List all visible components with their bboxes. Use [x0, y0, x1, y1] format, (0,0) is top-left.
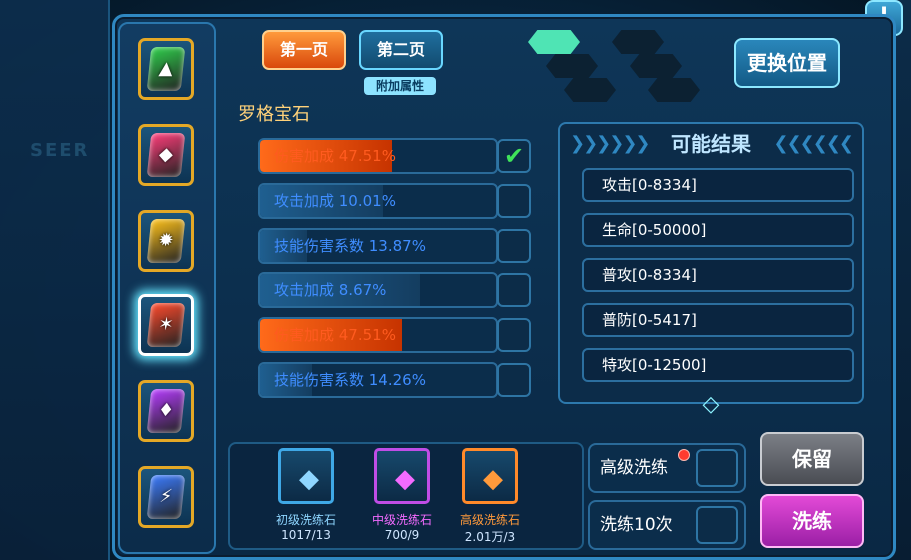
checkmark-icon: ✔ — [503, 142, 525, 170]
wash-stone-name: 初级洗练石 — [275, 513, 336, 527]
gem-symbol: ♦ — [156, 400, 176, 421]
wash-stone-3[interactable]: ◆ — [462, 448, 518, 504]
tab-page-1[interactable]: 第一页 — [262, 30, 346, 70]
gem-symbol: ⚡ — [158, 486, 174, 507]
wash-stone-count: 700/9 — [384, 528, 420, 542]
attribute-row: 伤害加成 47.51% — [258, 317, 498, 353]
attribute-text: 伤害加成 47.51% — [274, 147, 396, 165]
attribute-row: 技能伤害系数 14.26% — [258, 362, 498, 398]
gem-symbol: ✹ — [157, 230, 175, 251]
attribute-text: 技能伤害系数 14.26% — [274, 371, 426, 389]
gem-symbol: ▲ — [158, 58, 175, 79]
attribute-row: 伤害加成 47.51% — [258, 138, 498, 174]
position-hex-1 — [528, 30, 580, 54]
attribute-lock-checkbox[interactable] — [497, 273, 531, 307]
result-item: 生命[0-50000] — [582, 213, 854, 247]
position-hex-6 — [648, 78, 700, 102]
option-checkbox[interactable] — [696, 506, 738, 544]
position-hex-3 — [546, 54, 598, 78]
pink-gem-icon: ◆ — [146, 133, 186, 177]
option-label: 高级洗练 — [600, 458, 668, 478]
extra-attributes-tag: 附加属性 — [364, 77, 436, 95]
result-item: 普攻[0-8334] — [582, 258, 854, 292]
gem-title: 罗格宝石 — [238, 104, 310, 125]
green-gem-icon: ▲ — [146, 47, 186, 91]
chevron-left-icon: ❮❮❮❮❮❮ — [773, 133, 854, 154]
background-frame-left — [0, 0, 110, 560]
advanced-wash-option: 高级洗练 — [588, 443, 746, 493]
notification-dot-icon — [678, 449, 690, 461]
wash-button[interactable]: 洗练 — [760, 494, 864, 548]
swap-position-button[interactable]: 更换位置 — [734, 38, 840, 88]
position-hex-4 — [630, 54, 682, 78]
result-item: 攻击[0-8334] — [582, 168, 854, 202]
wash-stone-count: 2.01万/3 — [464, 530, 516, 544]
attribute-text: 攻击加成 8.67% — [274, 281, 387, 299]
wash-stone-count: 1017/13 — [281, 528, 331, 542]
gem-slot-2[interactable]: ◆ — [138, 124, 194, 186]
yellow-gem-icon: ✹ — [146, 219, 186, 263]
wash-ten-times-option: 洗练10次 — [588, 500, 746, 550]
attribute-lock-checkbox[interactable] — [497, 318, 531, 352]
results-header: ❯❯❯❯❯❯ 可能结果 ❮❮❮❮❮❮ — [560, 124, 862, 164]
crystal-icon: ◆ — [395, 464, 415, 494]
attribute-row: 攻击加成 10.01% — [258, 183, 498, 219]
attribute-row: 攻击加成 8.67% — [258, 272, 498, 308]
red-gem-icon: ✶ — [146, 303, 186, 347]
option-label: 洗练10次 — [600, 515, 673, 535]
tab-page-2[interactable]: 第二页 — [359, 30, 443, 70]
chevron-right-icon: ❯❯❯❯❯❯ — [570, 133, 650, 154]
attribute-row: 技能伤害系数 13.87% — [258, 228, 498, 264]
gem-slot-6[interactable]: ⚡ — [138, 466, 194, 528]
attribute-text: 技能伤害系数 13.87% — [274, 237, 426, 255]
possible-results-panel: ❯❯❯❯❯❯ 可能结果 ❮❮❮❮❮❮ 攻击[0-8334] 生命[0-50000]… — [558, 122, 864, 404]
blue-gem-icon: ⚡ — [146, 475, 186, 519]
result-item: 特攻[0-12500] — [582, 348, 854, 382]
gem-symbol: ✶ — [157, 314, 175, 335]
attribute-text: 伤害加成 47.51% — [274, 326, 396, 344]
results-title: 可能结果 — [671, 132, 751, 156]
wash-stone-2[interactable]: ◆ — [374, 448, 430, 504]
background-watermark: SEER — [30, 140, 90, 161]
gem-slot-1[interactable]: ▲ — [138, 38, 194, 100]
gem-symbol: ◆ — [158, 144, 175, 165]
result-item: 普防[0-5417] — [582, 303, 854, 337]
attribute-text: 攻击加成 10.01% — [274, 192, 396, 210]
attribute-lock-checkbox[interactable]: ✔ — [497, 139, 531, 173]
attribute-lock-checkbox[interactable] — [497, 229, 531, 263]
wash-stone-1[interactable]: ◆ — [278, 448, 334, 504]
gem-slot-4[interactable]: ✶ — [138, 294, 194, 356]
attribute-lock-checkbox[interactable] — [497, 363, 531, 397]
position-hex-5 — [564, 78, 616, 102]
crystal-icon: ◆ — [483, 464, 503, 494]
keep-button[interactable]: 保留 — [760, 432, 864, 486]
wash-stone-name: 高级洗练石 — [459, 513, 520, 527]
attribute-lock-checkbox[interactable] — [497, 184, 531, 218]
scroll-down-icon[interactable]: ◇ — [686, 392, 736, 418]
wash-stone-name: 中级洗练石 — [371, 513, 432, 527]
crystal-icon: ◆ — [299, 464, 319, 494]
purple-gem-icon: ♦ — [146, 389, 186, 433]
gem-slot-5[interactable]: ♦ — [138, 380, 194, 442]
option-checkbox[interactable] — [696, 449, 738, 487]
gem-slot-3[interactable]: ✹ — [138, 210, 194, 272]
position-hex-2 — [612, 30, 664, 54]
